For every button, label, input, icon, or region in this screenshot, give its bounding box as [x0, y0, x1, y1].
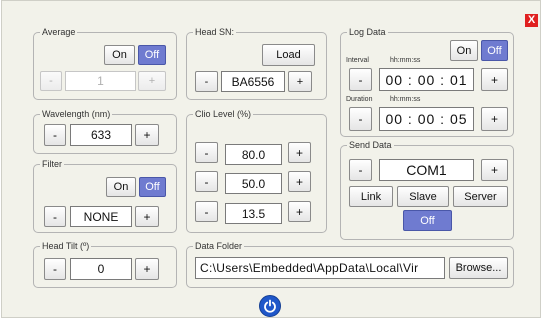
send-data-link-button[interactable]: Link — [349, 186, 393, 207]
duration-decrement-button[interactable]: - — [349, 107, 372, 131]
clio-level-1-value-field[interactable]: 80.0 — [225, 144, 282, 165]
clio-level-3-increment-button[interactable]: + — [288, 201, 311, 222]
browse-button[interactable]: Browse... — [449, 257, 508, 279]
clio-level-3-decrement-button[interactable]: - — [195, 201, 218, 222]
log-data-group: Log Data On Off Interval hh:mm:ss - 00 :… — [340, 26, 514, 137]
average-decrement-button[interactable]: - — [40, 71, 62, 91]
log-data-off-button[interactable]: Off — [481, 40, 508, 61]
wavelength-increment-button[interactable]: + — [135, 124, 159, 146]
head-tilt-group: Head Tilt (º) - 0 + — [33, 240, 177, 288]
filter-decrement-button[interactable]: - — [44, 206, 66, 227]
filter-increment-button[interactable]: + — [135, 206, 159, 227]
head-tilt-decrement-button[interactable]: - — [44, 258, 66, 280]
interval-decrement-button[interactable]: - — [349, 68, 372, 91]
head-sn-load-button[interactable]: Load — [262, 44, 315, 66]
average-off-button[interactable]: Off — [138, 45, 166, 65]
average-on-button[interactable]: On — [104, 45, 135, 65]
data-folder-title: Data Folder — [193, 240, 245, 252]
head-sn-value-field[interactable]: BA6556 — [221, 71, 285, 92]
power-button[interactable] — [259, 295, 281, 317]
close-button[interactable]: X — [525, 14, 538, 27]
wavelength-decrement-button[interactable]: - — [44, 124, 66, 146]
head-tilt-title: Head Tilt (º) — [40, 240, 92, 252]
data-folder-group: Data Folder C:\Users\Embedded\AppData\Lo… — [186, 240, 514, 288]
interval-format-label: hh:mm:ss — [390, 57, 421, 64]
send-data-port-decrement-button[interactable]: - — [349, 159, 372, 181]
duration-label: Duration — [346, 96, 373, 103]
log-data-title: Log Data — [347, 26, 388, 38]
filter-off-button[interactable]: Off — [139, 177, 166, 197]
head-sn-increment-button[interactable]: + — [288, 71, 312, 92]
send-data-group: Send Data - COM1 + Link Slave Server Off — [340, 139, 514, 240]
interval-increment-button[interactable]: + — [481, 68, 508, 91]
send-data-slave-button[interactable]: Slave — [397, 186, 449, 207]
filter-group: Filter On Off - NONE + — [33, 158, 177, 233]
clio-level-2-increment-button[interactable]: + — [288, 171, 311, 192]
send-data-port-increment-button[interactable]: + — [481, 159, 508, 181]
duration-value-field[interactable]: 00 : 00 : 05 — [379, 107, 474, 131]
wavelength-value-field[interactable]: 633 — [70, 124, 132, 146]
clio-level-title: Clio Level (%) — [193, 108, 254, 120]
send-data-title: Send Data — [347, 139, 394, 151]
close-icon: X — [527, 14, 536, 26]
data-folder-path-field[interactable]: C:\Users\Embedded\AppData\Local\Vir — [195, 257, 445, 279]
head-tilt-increment-button[interactable]: + — [135, 258, 159, 280]
power-icon — [263, 299, 277, 313]
interval-label: Interval — [346, 57, 369, 64]
average-value-field[interactable]: 1 — [65, 71, 136, 91]
average-increment-button[interactable]: + — [138, 71, 166, 91]
interval-value-field[interactable]: 00 : 00 : 01 — [379, 68, 474, 91]
send-data-off-button[interactable]: Off — [403, 210, 452, 231]
head-sn-decrement-button[interactable]: - — [195, 71, 218, 92]
settings-panel: X Average On Off - 1 + Head SN: Load - B… — [1, 0, 541, 318]
clio-level-1-increment-button[interactable]: + — [288, 142, 311, 163]
clio-level-1-decrement-button[interactable]: - — [195, 142, 218, 163]
duration-format-label: hh:mm:ss — [390, 96, 421, 103]
wavelength-group: Wavelength (nm) - 633 + — [33, 108, 177, 154]
head-tilt-value-field[interactable]: 0 — [70, 258, 132, 280]
send-data-server-button[interactable]: Server — [453, 186, 508, 207]
clio-level-group: Clio Level (%) - 80.0 + - 50.0 + - 13.5 … — [186, 108, 327, 233]
clio-level-2-value-field[interactable]: 50.0 — [225, 173, 282, 194]
send-data-port-field[interactable]: COM1 — [379, 159, 474, 181]
clio-level-2-decrement-button[interactable]: - — [195, 171, 218, 192]
clio-level-3-value-field[interactable]: 13.5 — [225, 203, 282, 224]
wavelength-title: Wavelength (nm) — [40, 108, 113, 120]
average-title: Average — [40, 26, 78, 38]
head-sn-group: Head SN: Load - BA6556 + — [186, 26, 327, 100]
duration-increment-button[interactable]: + — [481, 107, 508, 131]
filter-on-button[interactable]: On — [106, 177, 136, 197]
log-data-on-button[interactable]: On — [450, 40, 478, 61]
head-sn-title: Head SN: — [193, 26, 237, 38]
filter-value-field[interactable]: NONE — [70, 206, 132, 227]
filter-title: Filter — [40, 158, 64, 170]
average-group: Average On Off - 1 + — [33, 26, 177, 100]
